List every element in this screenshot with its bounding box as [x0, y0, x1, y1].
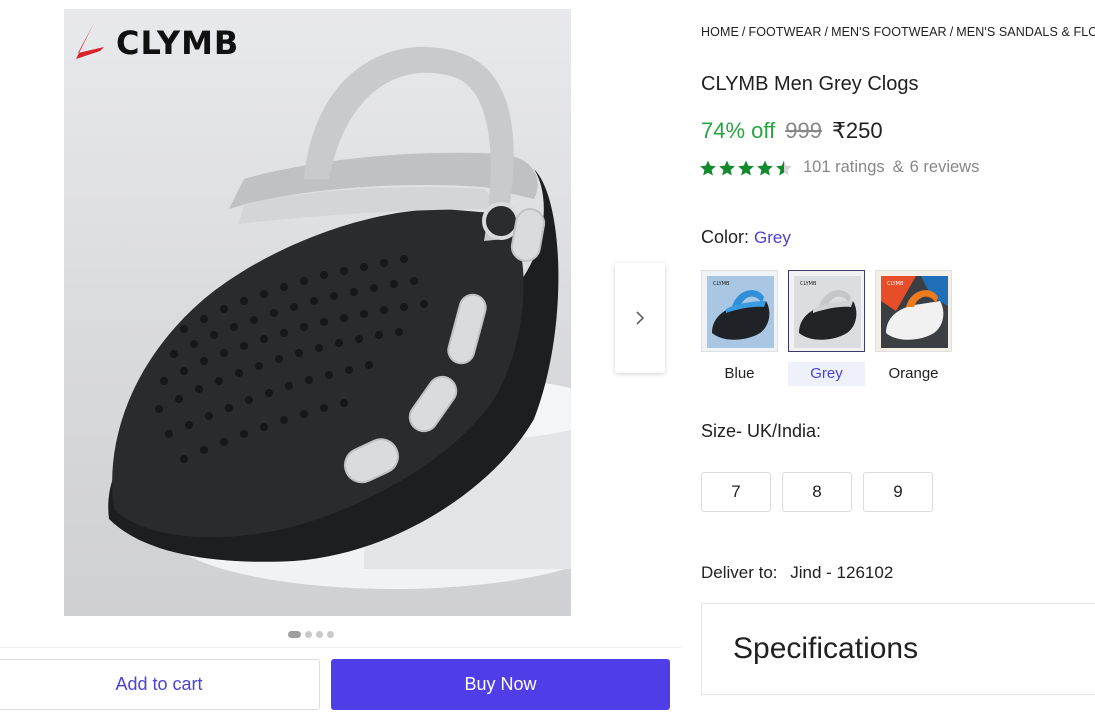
size-option-9[interactable]: 9 — [863, 472, 933, 512]
brand-logo-text: CLYMB — [116, 24, 240, 62]
breadcrumb-separator: / — [824, 25, 829, 39]
deliver-label: Deliver to: — [701, 563, 778, 582]
breadcrumb-mens-footwear[interactable]: MEN'S FOOTWEAR — [831, 25, 947, 39]
chevron-right-icon — [636, 311, 645, 325]
brand-logo: CLYMB — [74, 21, 239, 65]
star-half-icon — [776, 160, 792, 175]
breadcrumb-footwear[interactable]: FOOTWEAR — [748, 25, 821, 39]
ratings-reviews-separator: & — [892, 158, 904, 176]
selling-price: ₹250 — [831, 118, 883, 143]
product-title: CLYMB Men Grey Clogs — [701, 73, 919, 95]
specifications-title: Specifications — [733, 632, 919, 665]
size-option-7[interactable]: 7 — [701, 472, 771, 512]
color-swatch-grey[interactable]: CLYMB — [788, 270, 865, 352]
color-option-label[interactable]: Orange — [875, 362, 952, 386]
add-to-cart-button[interactable]: Add to cart — [0, 659, 320, 710]
svg-text:CLYMB: CLYMB — [713, 281, 730, 287]
star-full-icon — [700, 160, 716, 175]
grey-clog-thumbnail: CLYMB — [789, 271, 864, 351]
ratings-count: 101 ratings — [803, 158, 885, 176]
brand-mark-icon — [76, 23, 104, 59]
original-price: 999 — [785, 118, 822, 143]
orange-clog-thumbnail: CLYMB — [876, 271, 951, 351]
discount-percent: 74% off — [701, 118, 776, 143]
gallery-pagination — [288, 631, 334, 638]
buy-now-button[interactable]: Buy Now — [331, 659, 670, 710]
price-row: 74% off 999 ₹250 — [701, 118, 883, 144]
breadcrumb-home[interactable]: HOME — [701, 25, 739, 39]
color-swatch-blue[interactable]: CLYMB — [701, 270, 778, 352]
star-rating — [699, 159, 793, 177]
blue-clog-thumbnail: CLYMB — [702, 271, 777, 351]
specifications-card[interactable]: Specifications — [701, 603, 1095, 695]
color-option-label[interactable]: Grey — [788, 362, 865, 386]
pagination-dot[interactable] — [288, 631, 301, 638]
product-image[interactable]: CLYMB — [64, 9, 571, 616]
action-bar: Add to cart Buy Now — [0, 647, 682, 718]
color-swatch-orange[interactable]: CLYMB — [875, 270, 952, 352]
delivery-location[interactable]: Deliver to: Jind - 126102 — [701, 563, 893, 583]
rating-summary[interactable]: 101 ratings & 6 reviews — [699, 158, 979, 177]
star-full-icon — [757, 160, 773, 175]
deliver-pincode: Jind - 126102 — [790, 563, 894, 582]
next-image-button[interactable] — [615, 263, 665, 373]
pagination-dot[interactable] — [316, 631, 323, 638]
reviews-count: 6 reviews — [909, 158, 980, 176]
color-heading: Color: Grey — [701, 227, 791, 248]
pagination-dot[interactable] — [327, 631, 334, 638]
selected-color: Grey — [754, 228, 791, 247]
star-full-icon — [719, 160, 735, 175]
breadcrumb-separator: / — [741, 25, 746, 39]
size-heading: Size- UK/India: — [701, 421, 822, 441]
color-option-label[interactable]: Blue — [701, 362, 778, 386]
svg-text:CLYMB: CLYMB — [887, 281, 904, 287]
pagination-dot[interactable] — [305, 631, 312, 638]
breadcrumb-mens-sandals[interactable]: MEN'S SANDALS & FLO — [956, 25, 1095, 39]
color-label: Color: — [701, 227, 750, 247]
breadcrumb: HOME / FOOTWEAR / MEN'S FOOTWEAR / MEN'S SANDA… — [701, 25, 1095, 39]
breadcrumb-separator: / — [949, 25, 954, 39]
clog-illustration — [108, 46, 571, 589]
svg-text:CLYMB: CLYMB — [800, 281, 817, 287]
star-full-icon — [738, 160, 754, 175]
size-option-8[interactable]: 8 — [782, 472, 852, 512]
